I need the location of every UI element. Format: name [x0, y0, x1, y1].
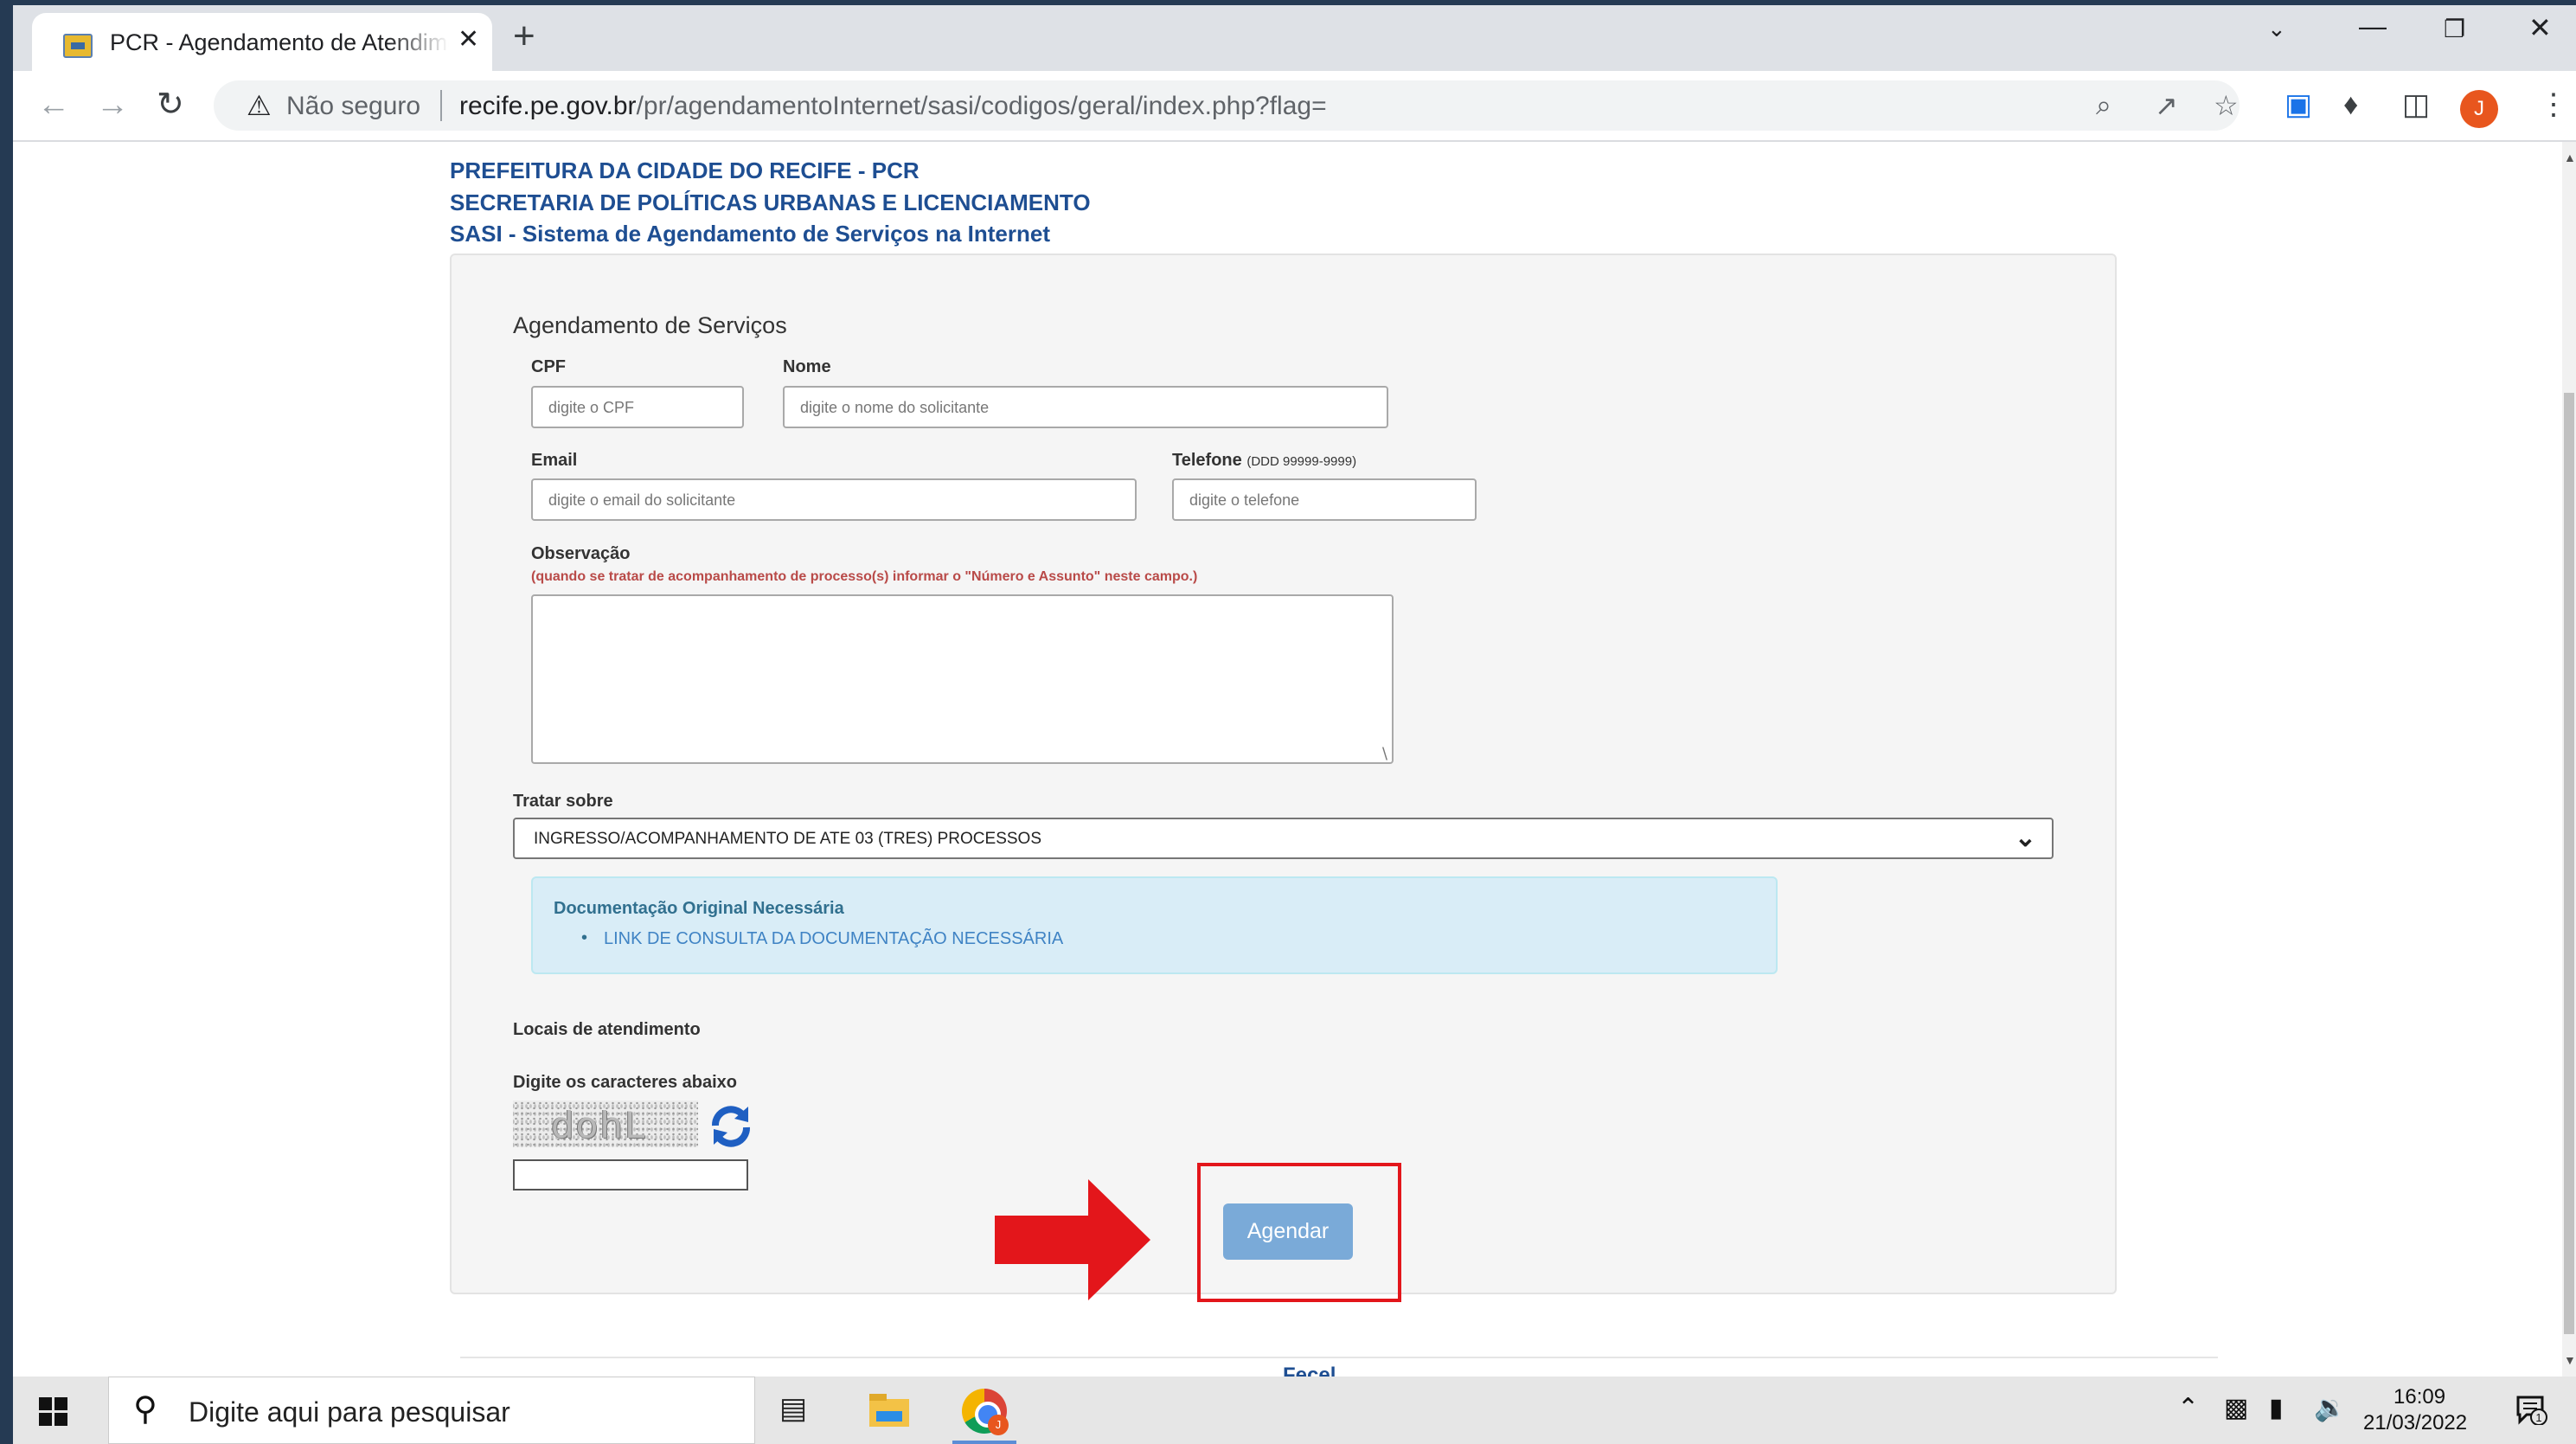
nome-input[interactable]: digite o nome do solicitante — [783, 386, 1388, 428]
form-panel: Agendamento de Serviços CPF digite o CPF… — [450, 254, 2117, 1302]
url-path: /pr/agendamentoInternet/sasi/codigos/ger… — [636, 92, 1327, 120]
tab-close-icon[interactable]: ✕ — [458, 27, 479, 53]
clock-date[interactable]: 21/03/2022 — [2363, 1411, 2467, 1435]
notification-count: 1 — [2535, 1411, 2541, 1424]
battery-icon[interactable]: ▮ — [2269, 1396, 2284, 1422]
share-icon[interactable]: ↗ — [2155, 89, 2178, 122]
security-label[interactable]: Não seguro — [286, 92, 420, 121]
documentacao-title: Documentação Original Necessária — [554, 899, 844, 918]
active-app-indicator — [952, 1441, 1016, 1444]
tab-strip: PCR - Agendamento de Atendimento ✕ + ⌄ —… — [13, 5, 2576, 71]
notification-center-icon[interactable]: 1 — [2516, 1396, 2547, 1425]
restore-icon[interactable]: ❐ — [2444, 17, 2465, 42]
extensions-icon[interactable]: ♦ — [2343, 90, 2358, 119]
footer-divider — [460, 1357, 2218, 1358]
header-line-2: SECRETARIA DE POLÍTICAS URBANAS E LICENC… — [450, 189, 1091, 215]
telefone-hint: (DDD 99999-9999) — [1246, 454, 1357, 469]
documentacao-link[interactable]: LINK DE CONSULTA DA DOCUMENTAÇÃO NECESSÁ… — [604, 929, 1063, 949]
observacao-textarea[interactable]: ∖ — [531, 594, 1394, 764]
observacao-hint: (quando se tratar de acompanhamento de p… — [531, 569, 1198, 584]
task-view-icon[interactable]: ▤ — [779, 1394, 807, 1423]
locais-label: Locais de atendimento — [513, 1020, 701, 1039]
refresh-captcha-icon[interactable] — [708, 1103, 753, 1148]
url-text[interactable]: recife.pe.gov.br/pr/agendamentoInternet/… — [459, 92, 1327, 121]
cpf-input[interactable]: digite o CPF — [531, 386, 744, 428]
screencast-icon[interactable]: ▣ — [2284, 90, 2312, 119]
site-favicon-icon — [63, 34, 93, 58]
back-icon[interactable]: ← — [37, 88, 70, 121]
page-viewport: PREFEITURA DA CIDADE DO RECIFE - PCR SEC… — [13, 142, 2562, 1377]
file-explorer-icon[interactable] — [869, 1394, 909, 1427]
chevron-down-icon: ⌄ — [2014, 824, 2036, 852]
captcha-text: dohL — [551, 1104, 647, 1146]
form-legend: Agendamento de Serviços — [513, 312, 787, 338]
volume-icon[interactable]: 🔉 — [2314, 1396, 2346, 1422]
search-icon: ⚲ — [133, 1391, 157, 1428]
observacao-label: Observação — [531, 544, 631, 563]
browser-window: PCR - Agendamento de Atendimento ✕ + ⌄ —… — [13, 5, 2576, 1377]
clock-time[interactable]: 16:09 — [2393, 1385, 2445, 1409]
tab-title: PCR - Agendamento de Atendimento — [110, 29, 449, 55]
taskbar-search-placeholder: Digite aqui para pesquisar — [189, 1396, 510, 1428]
tratar-sobre-label: Tratar sobre — [513, 792, 613, 811]
chrome-profile-badge: J — [988, 1415, 1009, 1435]
taskbar-search-box[interactable]: ⚲ Digite aqui para pesquisar — [108, 1377, 755, 1444]
captcha-input[interactable] — [513, 1159, 748, 1190]
header-line-3: SASI - Sistema de Agendamento de Serviço… — [450, 221, 1051, 247]
header-line-1: PREFEITURA DA CIDADE DO RECIFE - PCR — [450, 157, 920, 183]
address-separator — [440, 90, 442, 121]
menu-kebab-icon[interactable]: ⋮ — [2539, 90, 2568, 119]
footer-text[interactable]: Fecel — [1283, 1364, 1336, 1377]
red-arrow-annotation — [995, 1179, 1150, 1300]
resize-grip-icon[interactable]: ∖ — [1380, 746, 1389, 761]
side-panel-icon[interactable]: ◫ — [2402, 90, 2430, 119]
zoom-icon[interactable]: ⌕ — [2096, 89, 2111, 122]
url-domain: recife.pe.gov.br — [459, 92, 637, 120]
minimize-icon[interactable]: — — [2359, 12, 2387, 40]
warning-icon[interactable]: ⚠ — [247, 89, 272, 122]
chrome-taskbar-icon[interactable]: J — [962, 1389, 1009, 1435]
tratar-sobre-value: INGRESSO/ACOMPANHAMENTO DE ATE 03 (TRES)… — [534, 830, 1041, 848]
profile-avatar[interactable]: J — [2460, 90, 2498, 128]
reload-icon[interactable]: ↻ — [157, 88, 184, 121]
close-window-icon[interactable]: ✕ — [2528, 14, 2552, 42]
cpf-label: CPF — [531, 357, 566, 376]
tray-overflow-icon[interactable]: ⌃ — [2177, 1396, 2199, 1422]
email-label: Email — [531, 451, 578, 470]
telefone-input[interactable]: digite o telefone — [1172, 478, 1477, 521]
bullet-icon: • — [581, 928, 588, 947]
scroll-down-icon[interactable]: ▼ — [2564, 1353, 2576, 1367]
captcha-label: Digite os caracteres abaixo — [513, 1073, 738, 1092]
email-input[interactable]: digite o email do solicitante — [531, 478, 1137, 521]
captcha-image: dohL — [513, 1101, 698, 1147]
vertical-scrollbar[interactable]: ▲ ▼ — [2562, 142, 2576, 1377]
windows-start-icon[interactable] — [39, 1397, 68, 1427]
bookmark-star-icon[interactable]: ☆ — [2214, 89, 2239, 122]
address-bar[interactable]: ⚠ Não seguro recife.pe.gov.br/pr/agendam… — [214, 80, 2240, 131]
windows-taskbar: ⚲ Digite aqui para pesquisar ▤ J ⌃ ▩ ▮ 🔉… — [13, 1377, 2576, 1444]
telefone-label: Telefone (DDD 99999-9999) — [1172, 451, 1356, 471]
meet-now-icon[interactable]: ▩ — [2224, 1396, 2248, 1422]
telefone-label-text: Telefone — [1172, 451, 1242, 470]
forward-icon[interactable]: → — [96, 88, 129, 121]
scroll-thumb[interactable] — [2564, 393, 2574, 1334]
active-tab[interactable]: PCR - Agendamento de Atendimento ✕ — [32, 13, 492, 71]
documentacao-info-box: Documentação Original Necessária • LINK … — [531, 876, 1778, 974]
nome-label: Nome — [783, 357, 831, 376]
agendar-button[interactable]: Agendar — [1223, 1203, 1353, 1260]
scroll-up-icon[interactable]: ▲ — [2564, 151, 2576, 164]
tab-search-icon[interactable]: ⌄ — [2267, 17, 2286, 40]
browser-toolbar: ← → ↻ ⚠ Não seguro recife.pe.gov.br/pr/a… — [13, 71, 2576, 142]
tratar-sobre-select[interactable]: INGRESSO/ACOMPANHAMENTO DE ATE 03 (TRES)… — [513, 818, 2054, 859]
new-tab-button[interactable]: + — [513, 17, 535, 55]
